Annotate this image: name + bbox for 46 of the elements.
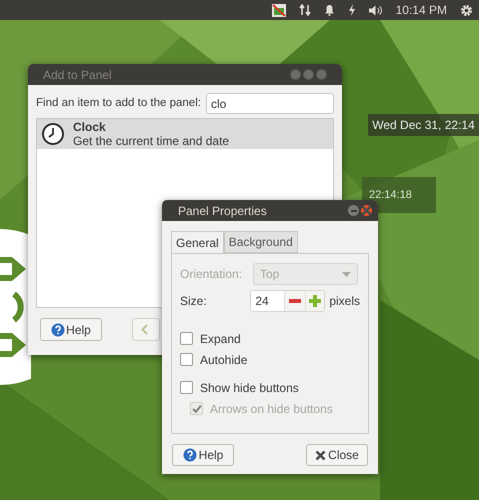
checkbox[interactable] xyxy=(180,332,193,345)
window-title: Add to Panel xyxy=(43,66,112,84)
search-field[interactable]: clo xyxy=(206,93,334,114)
network-icon[interactable] xyxy=(298,4,311,16)
close-icon xyxy=(315,450,326,460)
help-icon xyxy=(182,448,197,462)
size-unit: pixels xyxy=(329,293,360,310)
maximize-icon[interactable] xyxy=(303,69,314,80)
orientation-label: Orientation: xyxy=(180,266,244,283)
help-button[interactable]: Help xyxy=(40,318,102,341)
checkbox[interactable] xyxy=(180,353,193,366)
volume-icon[interactable] xyxy=(368,4,383,16)
clock-icon xyxy=(41,122,65,146)
dropdown-arrow-icon xyxy=(342,272,351,276)
minimize-icon[interactable] xyxy=(290,69,301,80)
size-spin-field[interactable]: 24 xyxy=(250,290,326,312)
minimize-icon[interactable] xyxy=(348,205,359,216)
list-item[interactable]: Clock Get the current time and date xyxy=(37,119,333,149)
back-button[interactable] xyxy=(132,318,160,341)
help-icon xyxy=(51,322,66,336)
checkbox-label: Expand xyxy=(200,330,241,348)
help-button[interactable]: Help xyxy=(172,444,234,466)
close-button[interactable]: Close xyxy=(306,444,368,466)
size-label: Size: xyxy=(180,293,208,310)
clock-time[interactable]: 10:14 PM xyxy=(396,1,447,19)
tab[interactable]: Background xyxy=(224,231,298,253)
checkbox-label: Show hide buttons xyxy=(200,380,299,396)
checkbox-label: Arrows on hide buttons xyxy=(210,400,333,418)
search-label: Find an item to add to the panel: xyxy=(36,96,201,111)
increment-icon[interactable] xyxy=(304,291,324,311)
size-value: 24 xyxy=(254,293,270,310)
checkbox-label: Autohide xyxy=(200,352,248,368)
close-icon[interactable] xyxy=(316,69,327,80)
bell-icon[interactable] xyxy=(324,4,335,16)
tab[interactable]: General xyxy=(171,231,224,253)
lightning-icon[interactable] xyxy=(348,4,356,16)
checkbox[interactable] xyxy=(180,381,193,394)
display-icon[interactable] xyxy=(272,4,286,16)
checkmark-icon xyxy=(192,404,202,414)
decrement-icon[interactable] xyxy=(284,291,305,311)
settings-icon[interactable] xyxy=(460,4,473,16)
window-title: Panel Properties xyxy=(178,202,267,220)
date-text: Wed Dec 31, 22:14 xyxy=(372,117,475,134)
item-name: Clock xyxy=(73,120,107,134)
item-description: Get the current time and date xyxy=(73,134,230,148)
clock-text: 22:14:18 xyxy=(369,189,412,201)
